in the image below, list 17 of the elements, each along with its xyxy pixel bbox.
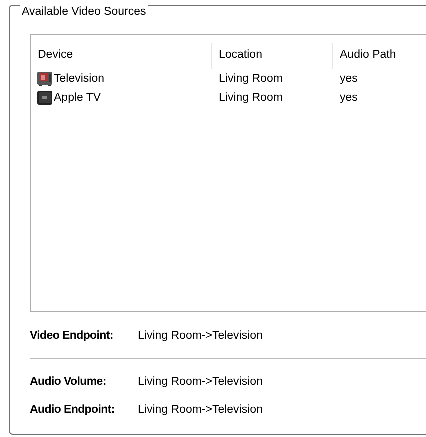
device-name[interactable]: Television — [54, 72, 104, 84]
location-cell-text: Living Room — [218, 72, 284, 84]
location-cell-text: Living Room — [218, 92, 284, 104]
set-top-box-icon — [37, 90, 53, 106]
audio-path-cell-text: yes — [339, 72, 359, 84]
field-value: Living Room->Television — [138, 376, 263, 388]
field-label: Audio Endpoint: — [30, 404, 116, 416]
column-header[interactable]: Device — [31, 43, 212, 69]
audio-path-cell-text: yes — [339, 92, 359, 104]
field-label: Audio Volume: — [30, 376, 108, 388]
column-header[interactable]: Location — [212, 43, 333, 69]
field-value: Living Room->Television — [138, 330, 263, 342]
field-label: Video Endpoint: — [30, 330, 114, 342]
column-header[interactable]: Audio Path — [333, 43, 423, 69]
device-name[interactable]: Apple TV — [54, 92, 102, 104]
television-icon — [37, 70, 53, 86]
field-value: Living Room->Television — [138, 404, 263, 416]
